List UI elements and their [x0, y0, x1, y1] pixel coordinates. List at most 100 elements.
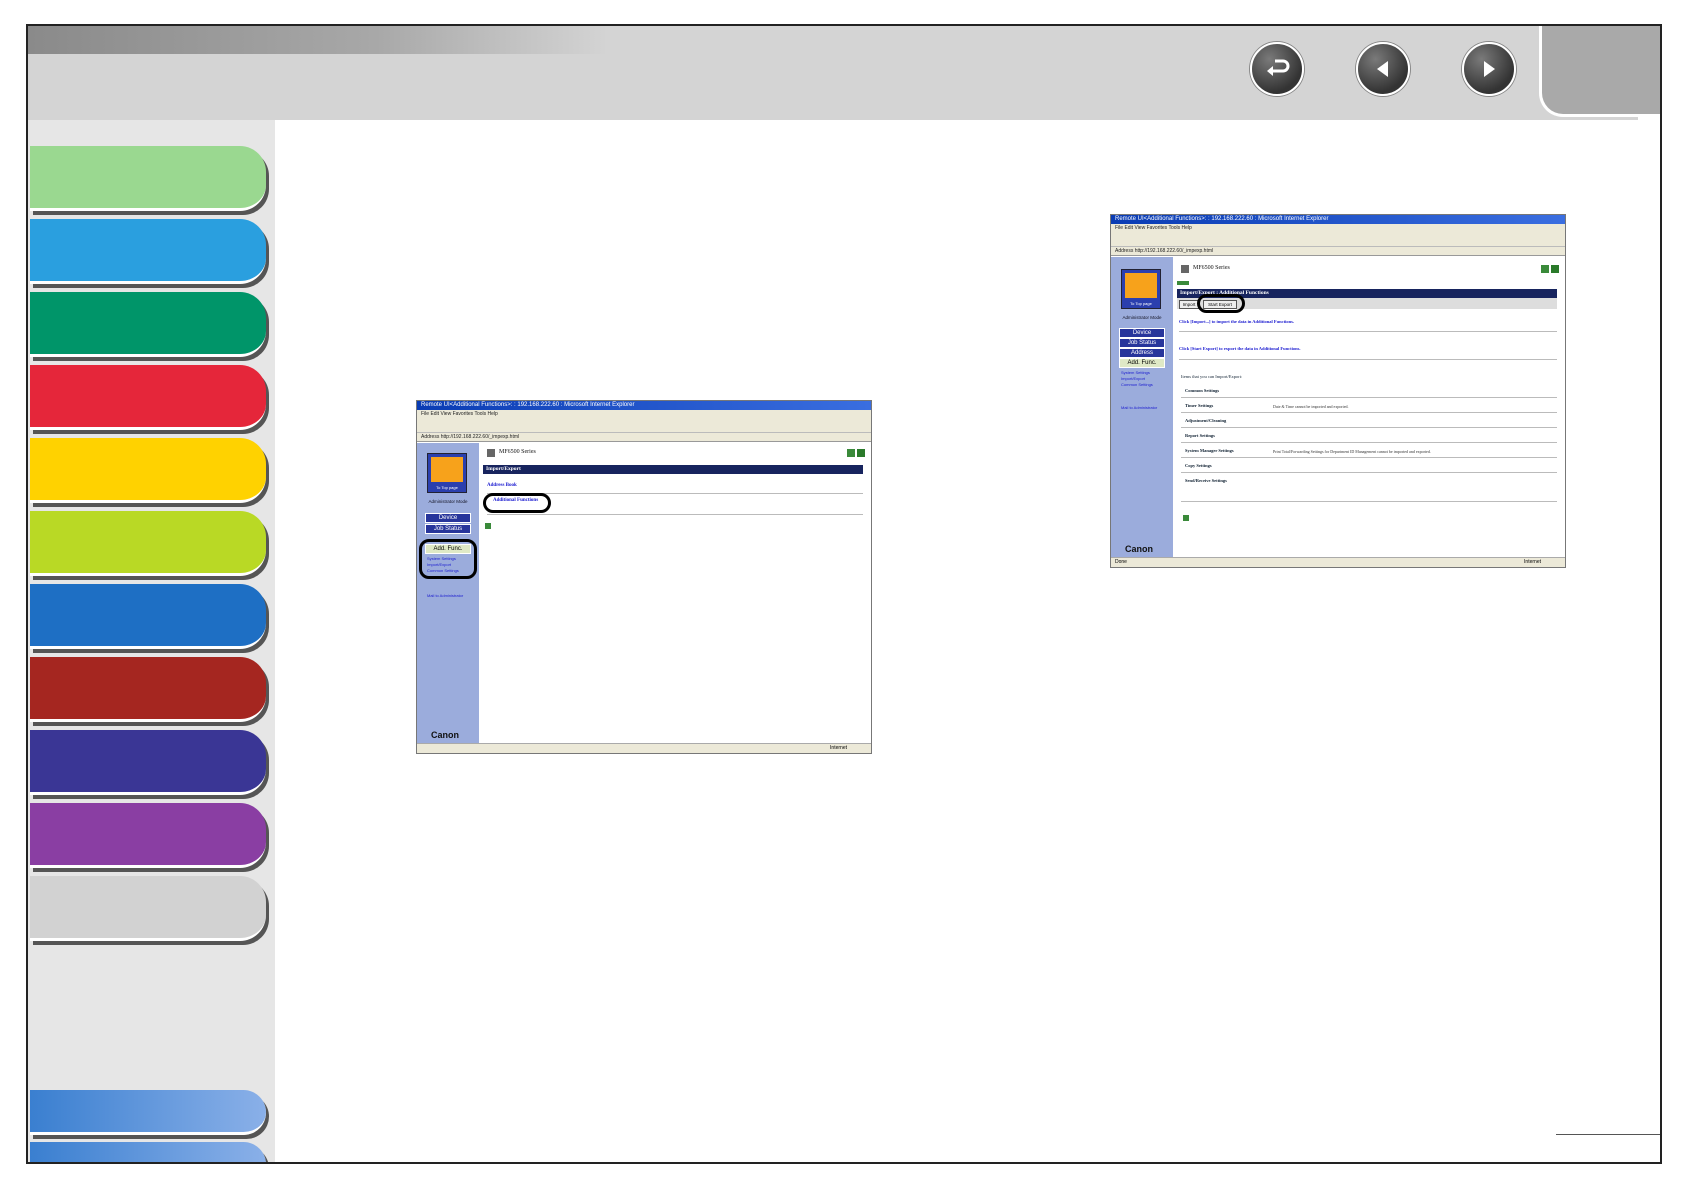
- item-adjustment-cleaning: Adjustment/Cleaning: [1185, 418, 1227, 423]
- divider: [1181, 412, 1557, 413]
- chapter-tab-1[interactable]: [30, 146, 266, 211]
- triangle-left-icon: [1377, 61, 1388, 77]
- divider: [1179, 331, 1557, 332]
- nav-device[interactable]: Device: [1119, 328, 1165, 338]
- link-common-settings[interactable]: Common Settings: [1121, 382, 1153, 387]
- menu-bar[interactable]: File Edit View Favorites Tools Help: [1111, 224, 1565, 232]
- address-bar[interactable]: Address http://192.168.222.60/_impexp.ht…: [1111, 247, 1565, 256]
- nav-job-status[interactable]: Job Status: [425, 524, 471, 534]
- item-report-settings: Report Settings: [1185, 433, 1215, 438]
- chapter-tab-8[interactable]: [30, 657, 266, 722]
- help-icon[interactable]: [857, 449, 865, 457]
- address-label: Address http://192.168.222.60/_impexp.ht…: [421, 434, 520, 440]
- chapter-tab-9[interactable]: [30, 730, 266, 795]
- highlight-ring-additional-functions: [483, 493, 551, 513]
- refresh-icon[interactable]: [847, 449, 855, 457]
- address-label: Address http://192.168.222.60/_impexp.ht…: [1115, 248, 1214, 254]
- chapter-tab-6[interactable]: [30, 511, 266, 576]
- item-system-manager-desc: Print Total/Forwarding Settings for Depa…: [1273, 449, 1431, 454]
- item-common-settings: Common Settings: [1185, 388, 1220, 393]
- chapter-tab-11[interactable]: [30, 876, 266, 941]
- window-title: Remote UI<Additional Functions>: : 192.1…: [1111, 215, 1565, 224]
- remote-ui-content: MF6500 Series Import/Export : Additional…: [1173, 257, 1565, 558]
- toolbar[interactable]: [417, 418, 871, 433]
- status-bar: Internet: [417, 743, 871, 753]
- page-top-icon[interactable]: [1183, 515, 1189, 521]
- admin-mode-label: Administrator Mode: [428, 499, 468, 504]
- logo-graphic-icon: [1125, 273, 1157, 298]
- item-send-receive-settings: Send/Receive Settings: [1185, 478, 1227, 483]
- chapter-sidebar: [28, 120, 275, 1162]
- divider: [1181, 442, 1557, 443]
- next-page-button[interactable]: [1462, 42, 1516, 96]
- divider: [1181, 501, 1557, 502]
- import-button[interactable]: Import: [1179, 300, 1199, 309]
- highlight-ring-add-func: [419, 539, 477, 579]
- instruction-import: Click [Import...] to import the data in …: [1179, 319, 1295, 324]
- help-icon[interactable]: [1551, 265, 1559, 273]
- chapter-tab-10[interactable]: [30, 803, 266, 868]
- footer-rule: [1556, 1134, 1660, 1135]
- chapter-tab-7[interactable]: [30, 584, 266, 649]
- item-timer-settings: Timer Settings: [1185, 403, 1214, 408]
- top-page-logo[interactable]: To Top page: [1121, 269, 1161, 309]
- nav-add-func[interactable]: Add. Func.: [1119, 358, 1165, 368]
- nav-job-status[interactable]: Job Status: [1119, 338, 1165, 348]
- link-mail-admin[interactable]: Mail to Administrator: [427, 593, 467, 598]
- refresh-icon[interactable]: [1541, 265, 1549, 273]
- divider: [1181, 427, 1557, 428]
- browser-window-additional-functions: Remote UI<Additional Functions>: : 192.1…: [1110, 214, 1566, 568]
- printer-icon: [1181, 265, 1189, 273]
- previous-page-button[interactable]: [1356, 42, 1410, 96]
- logo-caption: To Top page: [428, 484, 466, 492]
- back-icon[interactable]: [1177, 281, 1189, 285]
- link-address-book[interactable]: Address Book: [487, 483, 517, 488]
- divider: [487, 514, 863, 515]
- menu-bar[interactable]: File Edit View Favorites Tools Help: [417, 410, 871, 418]
- item-copy-settings: Copy Settings: [1185, 463, 1212, 468]
- page-top-icon[interactable]: [485, 523, 491, 529]
- product-name: MF6500 Series: [1193, 265, 1230, 271]
- status-internet: Internet: [830, 745, 847, 751]
- admin-mode-label: Administrator Mode: [1122, 315, 1162, 320]
- link-import-export[interactable]: Import/Export: [1121, 376, 1145, 381]
- link-mail-admin[interactable]: Mail to Administrator: [1121, 405, 1161, 410]
- status-bar: Done Internet: [1111, 557, 1565, 567]
- chapter-tab-4[interactable]: [30, 365, 266, 430]
- status-done: Done: [1115, 559, 1127, 565]
- address-bar[interactable]: Address http://192.168.222.60/_impexp.ht…: [417, 433, 871, 442]
- printer-icon: [487, 449, 495, 457]
- divider: [1181, 457, 1557, 458]
- top-page-logo[interactable]: To Top page: [427, 453, 467, 493]
- back-arrow-icon: [1267, 59, 1290, 76]
- instruction-export: Click [Start Export] to export the data …: [1179, 346, 1301, 351]
- chapter-tab-2[interactable]: [30, 219, 266, 284]
- canon-logo: Canon: [1125, 544, 1153, 554]
- highlight-ring-start-export: [1197, 294, 1245, 313]
- nav-device[interactable]: Device: [425, 513, 471, 523]
- remote-ui-left-nav: To Top page Administrator Mode Device Jo…: [1111, 257, 1173, 558]
- chapter-tab-3[interactable]: [30, 292, 266, 357]
- toolbar[interactable]: [1111, 232, 1565, 247]
- divider: [1179, 359, 1557, 360]
- triangle-right-icon: [1484, 61, 1495, 77]
- remote-ui-left-nav: To Top page Administrator Mode Device Jo…: [417, 443, 479, 744]
- corner-tab[interactable]: [1539, 26, 1660, 117]
- item-timer-desc: Date & Time cannot be imported and expor…: [1273, 404, 1349, 409]
- bottom-tab-1[interactable]: [30, 1090, 266, 1135]
- nav-address[interactable]: Address: [1119, 348, 1165, 358]
- back-button[interactable]: [1250, 42, 1304, 96]
- window-title: Remote UI<Additional Functions>: : 192.1…: [417, 401, 871, 410]
- window-body: To Top page Administrator Mode Device Jo…: [417, 443, 871, 744]
- remote-ui-content: MF6500 Series Import/Export Address Book…: [479, 443, 871, 744]
- logo-graphic-icon: [431, 457, 463, 482]
- items-intro: Items that you can Import/Export:: [1181, 374, 1243, 379]
- top-bar-gradient: [28, 26, 608, 54]
- bottom-tab-2[interactable]: [30, 1142, 266, 1162]
- link-system-settings[interactable]: System Settings: [1121, 370, 1150, 375]
- status-internet: Internet: [1524, 559, 1541, 565]
- divider: [1181, 397, 1557, 398]
- window-body: To Top page Administrator Mode Device Jo…: [1111, 257, 1565, 558]
- chapter-tab-5[interactable]: [30, 438, 266, 503]
- divider: [1181, 472, 1557, 473]
